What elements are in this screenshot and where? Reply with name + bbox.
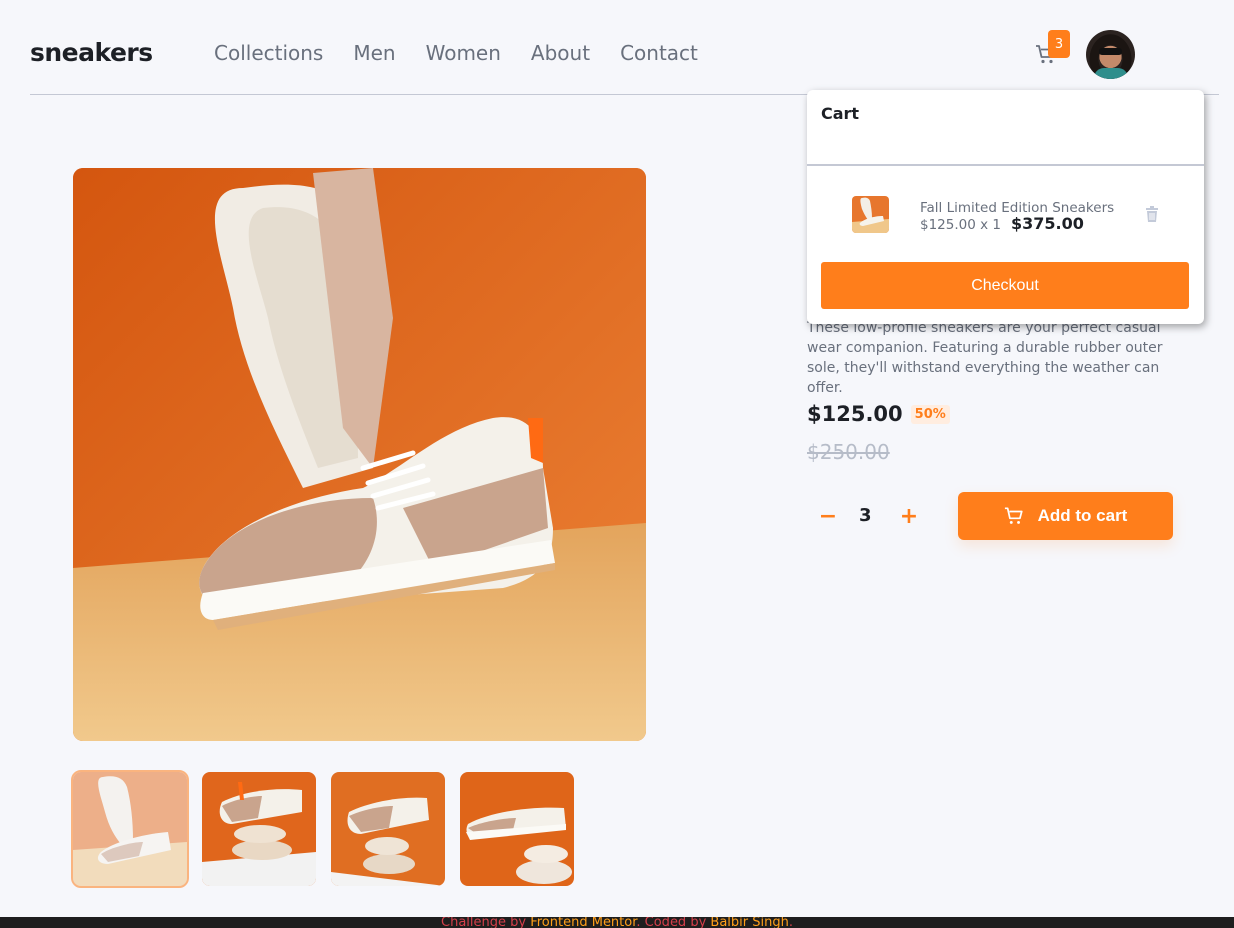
price-row: $125.00 50% bbox=[807, 402, 950, 426]
cart-count-badge: 3 bbox=[1048, 30, 1070, 58]
product-description: These low-profile sneakers are your perf… bbox=[807, 320, 1163, 396]
original-price: $250.00 bbox=[807, 440, 890, 464]
plus-icon[interactable]: + bbox=[895, 501, 923, 531]
nav-contact[interactable]: Contact bbox=[620, 41, 698, 65]
cart-button[interactable]: 3 bbox=[1034, 30, 1070, 70]
cart-icon bbox=[1004, 506, 1023, 524]
attribution-text: Challenge by Frontend Mentor. Coded by B… bbox=[441, 917, 793, 928]
nav-collections[interactable]: Collections bbox=[214, 41, 323, 65]
avatar-shirt bbox=[1094, 68, 1128, 79]
checkout-button[interactable]: Checkout bbox=[821, 262, 1189, 309]
attribution-prefix: Challenge by bbox=[441, 917, 531, 928]
logo[interactable]: sneakers bbox=[30, 38, 153, 67]
author-link[interactable]: Balbir Singh bbox=[710, 917, 788, 928]
frontend-mentor-link[interactable]: Frontend Mentor bbox=[530, 917, 636, 928]
trash-icon[interactable] bbox=[1145, 206, 1159, 222]
attribution-suffix: . bbox=[788, 917, 793, 928]
add-to-cart-label: Add to cart bbox=[1037, 506, 1128, 525]
minus-icon[interactable]: − bbox=[814, 501, 842, 531]
discount-badge: 50% bbox=[910, 404, 950, 424]
nav-women[interactable]: Women bbox=[426, 41, 501, 65]
thumbnail-1[interactable] bbox=[71, 770, 189, 888]
cart-item-price-line: $125.00 x 1 $375.00 bbox=[920, 214, 1084, 233]
product-main-image[interactable] bbox=[73, 168, 646, 741]
thumbnail-4[interactable] bbox=[460, 772, 574, 886]
cart-item-total: $375.00 bbox=[1011, 214, 1084, 233]
nav-men[interactable]: Men bbox=[353, 41, 395, 65]
thumbnail-2[interactable] bbox=[202, 772, 316, 886]
attribution-footer: Challenge by Frontend Mentor. Coded by B… bbox=[0, 917, 1234, 928]
divider bbox=[807, 164, 1204, 166]
thumbnail-3[interactable] bbox=[331, 772, 445, 886]
quantity-value: 3 bbox=[859, 505, 872, 526]
thumbnail-list bbox=[71, 770, 574, 888]
cart-item-thumbnail[interactable] bbox=[852, 196, 889, 233]
add-to-cart-button[interactable]: Add to cart bbox=[958, 492, 1173, 540]
avatar[interactable] bbox=[1086, 30, 1135, 79]
avatar-glasses bbox=[1099, 48, 1122, 55]
cart-title: Cart bbox=[821, 104, 860, 123]
sneaker-illustration bbox=[73, 168, 646, 741]
attribution-middle: . Coded by bbox=[636, 917, 711, 928]
current-price: $125.00 bbox=[807, 402, 903, 426]
cart-item-unit-price: $125.00 x 1 bbox=[920, 217, 1001, 233]
quantity-stepper: − 3 + bbox=[807, 493, 935, 539]
nav-about[interactable]: About bbox=[531, 41, 590, 65]
main-nav: Collections Men Women About Contact bbox=[214, 41, 698, 65]
cart-dropdown: Cart Fall Limited Edition Sneakers $125.… bbox=[807, 90, 1204, 324]
site-header: sneakers Collections Men Women About Con… bbox=[30, 0, 1219, 95]
